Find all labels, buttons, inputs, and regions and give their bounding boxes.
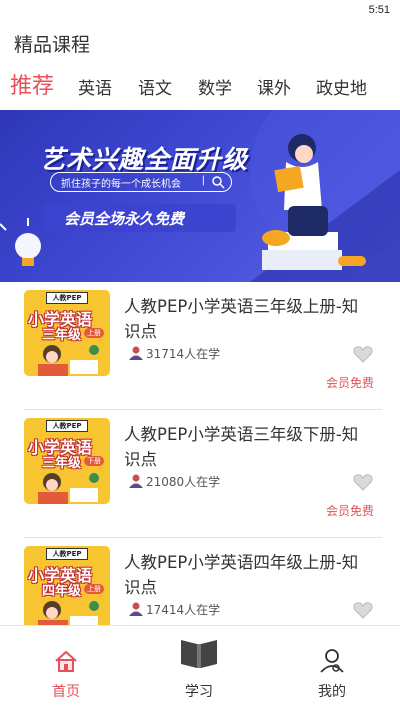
learners-icon — [129, 602, 143, 616]
banner-headline: 艺术兴趣全面升级 — [40, 145, 249, 174]
tab-chinese[interactable]: 语文 — [138, 74, 172, 99]
learners-icon — [129, 474, 143, 488]
banner-subheadline: 会员全场永久免费 — [64, 210, 185, 228]
status-bar: 5:51 — [0, 0, 400, 22]
nav-profile-label: 我的 — [318, 684, 346, 700]
tab-recommend[interactable]: 推荐 — [10, 68, 54, 100]
course-title: 人教PEP小学英语四年级上册-知识点 — [124, 553, 359, 597]
tab-extracurricular[interactable]: 课外 — [257, 74, 291, 99]
learner-count-text: 31714人在学 — [146, 347, 221, 361]
learner-count-text: 21080人在学 — [146, 475, 221, 489]
search-icon — [212, 176, 225, 189]
cover-volume: 下册 — [84, 456, 104, 466]
cover-volume: 上册 — [84, 584, 104, 594]
course-cover: 人教PEP 小学英语 四年级 上册 — [24, 546, 110, 632]
banner-search-pill: 抓住孩子的每一个成长机会 | — [50, 172, 232, 192]
cover-illustration — [38, 345, 99, 376]
lightbulb-icon — [0, 218, 41, 266]
nav-profile[interactable]: 我的 — [282, 626, 382, 710]
tab-english[interactable]: 英语 — [78, 74, 112, 99]
status-time: 5:51 — [368, 4, 390, 16]
member-free-tag: 会员免费 — [325, 504, 374, 518]
heart-icon[interactable] — [352, 472, 374, 492]
nav-home-label: 首页 — [52, 684, 80, 700]
profile-icon — [320, 649, 344, 673]
banner-pill-separator: | — [201, 175, 205, 186]
page-title: 精品课程 — [14, 34, 91, 56]
cover-badge: 人教PEP — [46, 548, 88, 560]
cover-badge: 人教PEP — [46, 420, 88, 432]
book-icon — [181, 640, 217, 668]
course-cover: 人教PEP 小学英语 三年级 上册 — [24, 290, 110, 376]
nav-study[interactable]: 学习 — [149, 626, 249, 710]
course-item[interactable]: 人教PEP 小学英语 三年级 下册 人教PEP小学英语三年级下册-知识点 210… — [0, 410, 400, 538]
home-icon — [55, 650, 77, 672]
member-free-tag: 会员免费 — [325, 376, 374, 390]
banner-illustration — [0, 110, 400, 282]
course-title: 人教PEP小学英语三年级下册-知识点 — [124, 425, 359, 469]
learner-count-text: 17414人在学 — [146, 603, 221, 617]
heart-icon[interactable] — [352, 344, 374, 364]
course-cover: 人教PEP 小学英语 三年级 下册 — [24, 418, 110, 504]
course-title: 人教PEP小学英语三年级上册-知识点 — [124, 297, 359, 341]
banner-subheadline-box: 会员全场永久免费 — [44, 204, 236, 232]
promo-banner[interactable]: 艺术兴趣全面升级 抓住孩子的每一个成长机会 | 会员全场永久免费 — [0, 110, 400, 282]
tab-politics-history-geography[interactable]: 政史地 — [316, 74, 367, 99]
course-item[interactable]: 人教PEP 小学英语 三年级 上册 人教PEP小学英语三年级上册-知识点 317… — [0, 282, 400, 410]
heart-icon[interactable] — [352, 600, 374, 620]
category-tabs: 推荐 英语 语文 数学 课外 政史地 — [0, 66, 400, 106]
cover-illustration — [38, 473, 99, 504]
learners-icon — [129, 346, 143, 360]
banner-pill-text: 抓住孩子的每一个成长机会 — [61, 179, 181, 190]
cover-volume: 上册 — [84, 328, 104, 338]
tab-math[interactable]: 数学 — [198, 74, 232, 99]
bottom-nav: 首页 学习 我的 — [0, 625, 400, 710]
cover-badge: 人教PEP — [46, 292, 88, 304]
nav-home[interactable]: 首页 — [16, 626, 116, 710]
nav-study-label: 学习 — [185, 684, 213, 700]
